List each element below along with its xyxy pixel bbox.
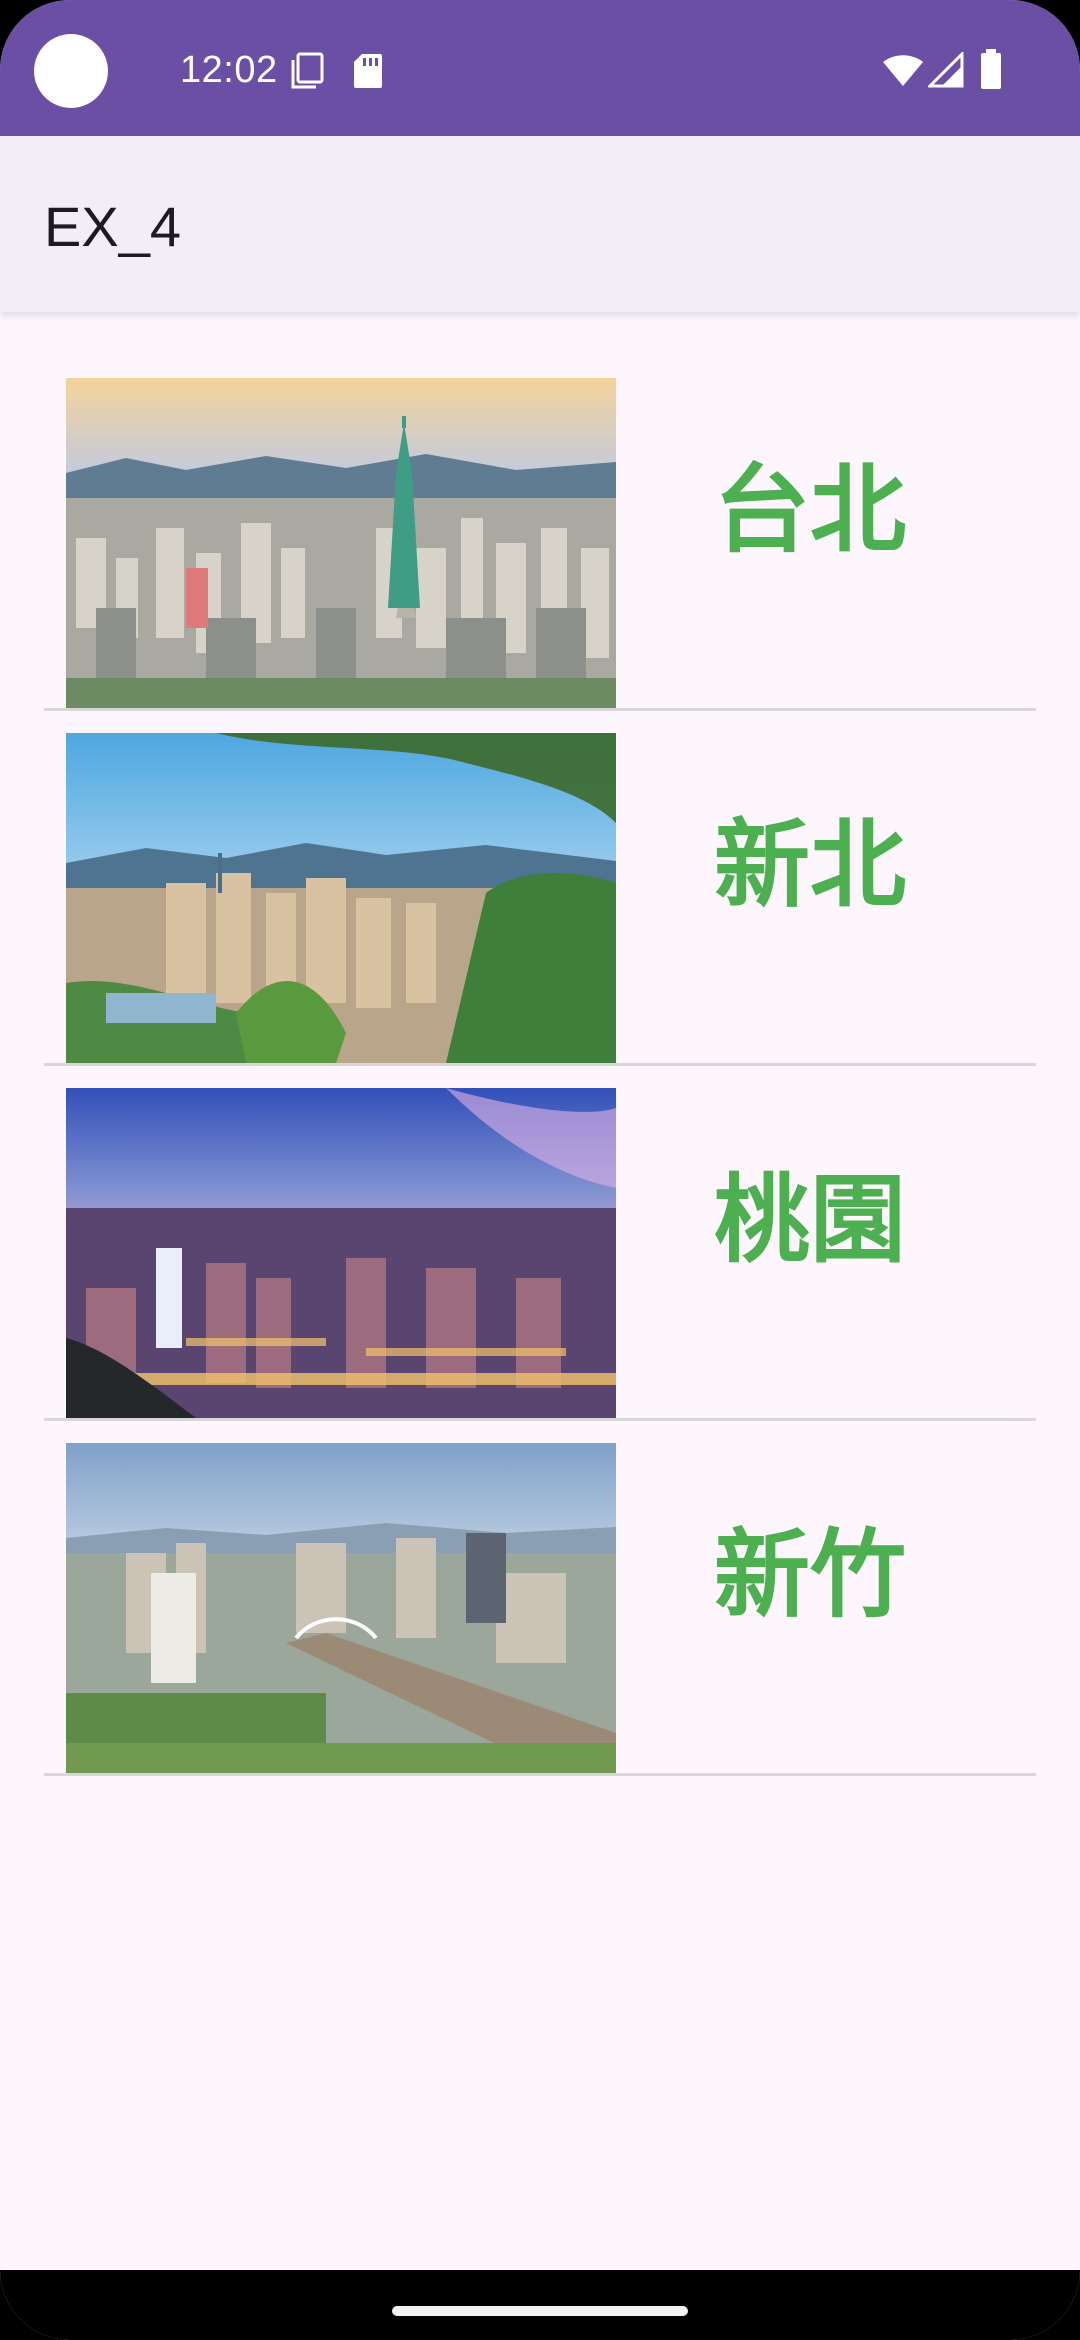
home-gesture-handle[interactable] xyxy=(392,2306,688,2316)
city-name-label: 新北 xyxy=(714,809,906,921)
navigation-bar xyxy=(0,2270,1080,2340)
app-bar: EX_4 xyxy=(0,136,1080,312)
screenshot-icon xyxy=(290,52,326,90)
status-clock: 12:02 xyxy=(180,49,278,91)
list-item[interactable]: 新北 xyxy=(44,667,1036,1066)
city-name-label: 新竹 xyxy=(714,1519,906,1631)
wifi-icon xyxy=(882,52,924,88)
city-name-label: 桃園 xyxy=(714,1164,906,1276)
list-divider xyxy=(44,1773,1036,1776)
list-item[interactable]: 台北 xyxy=(44,312,1036,711)
taoyuan-night-skyline-image xyxy=(66,1088,616,1418)
signal-icon xyxy=(928,52,964,88)
status-bar: 12:02 xyxy=(0,0,1080,136)
sd-card-icon xyxy=(352,52,384,90)
list-item[interactable]: 桃園 xyxy=(44,1022,1036,1421)
camera-cutout xyxy=(34,34,108,108)
battery-icon xyxy=(980,48,1002,90)
city-name-label: 台北 xyxy=(714,454,906,566)
list-item[interactable]: 新竹 xyxy=(44,1377,1036,1776)
new-taipei-skyline-image xyxy=(66,733,616,1063)
app-screen: 12:02 EX_4 台北 新北 桃園 新竹 xyxy=(0,0,1080,2340)
taipei-skyline-image xyxy=(66,378,616,708)
app-title: EX_4 xyxy=(44,195,181,258)
hsinchu-skyline-image xyxy=(66,1443,616,1773)
